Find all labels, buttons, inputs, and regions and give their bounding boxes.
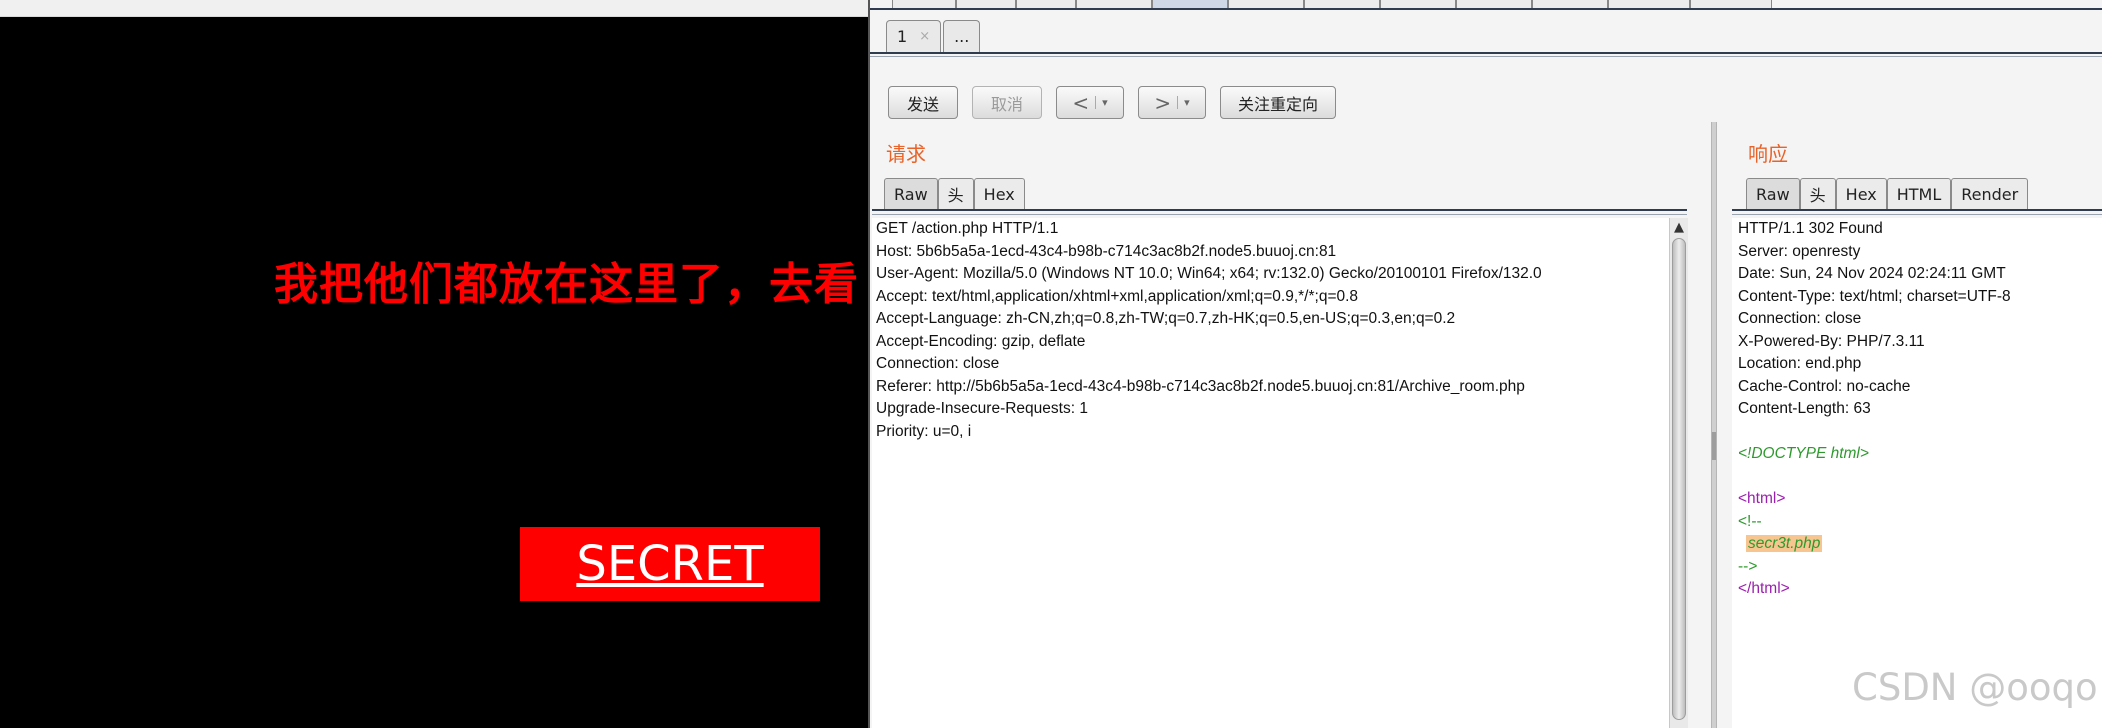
response-view-tabs: Raw 头 Hex HTML Render bbox=[1746, 178, 2029, 209]
response-tab-html[interactable]: HTML bbox=[1886, 178, 1952, 209]
repeater-subtabs: 1 × ... bbox=[886, 20, 982, 52]
response-tab-divider bbox=[1732, 209, 2102, 211]
repeater-tab-1[interactable]: 1 × bbox=[886, 20, 942, 52]
response-header-line: X-Powered-By: PHP/7.3.11 bbox=[1738, 332, 1925, 350]
request-scroll-thumb[interactable] bbox=[1672, 238, 1686, 720]
response-comment-body: secr3t.php bbox=[1732, 533, 2102, 556]
chevron-right-icon: > bbox=[1154, 90, 1172, 115]
subtab-divider-secondary bbox=[870, 56, 2102, 57]
pane-splitter[interactable] bbox=[1711, 122, 1717, 728]
response-tab-divider-secondary bbox=[1732, 214, 2102, 215]
request-view-tabs: Raw 头 Hex bbox=[884, 178, 1025, 209]
request-tab-headers[interactable]: 头 bbox=[937, 178, 974, 209]
repeater-toolbar: 发送 取消 < ▾ > ▾ 关注重定向 bbox=[888, 86, 1350, 119]
dropdown-icon[interactable]: ▾ bbox=[1095, 96, 1108, 109]
cancel-button[interactable]: 取消 bbox=[972, 86, 1042, 119]
response-header-line: Date: Sun, 24 Nov 2024 02:24:11 GMT bbox=[1738, 265, 2006, 282]
response-pane-title: 响应 bbox=[1748, 142, 1788, 166]
more-tabs-label: ... bbox=[954, 27, 970, 46]
response-header-line: Content-Length: 63 bbox=[1738, 400, 1871, 417]
watermark: CSDN @ooqo bbox=[1852, 666, 2098, 709]
burp-repeater-window: 1 × ... 发送 取消 < ▾ > ▾ 关注重定向 请求 Raw 头 Hex… bbox=[868, 0, 2102, 728]
request-tab-divider bbox=[872, 209, 1687, 211]
request-pane-title: 请求 bbox=[886, 142, 926, 166]
response-tab-raw[interactable]: Raw bbox=[1746, 178, 1800, 209]
response-doctype: <!DOCTYPE html> bbox=[1738, 445, 1869, 462]
request-line: Accept: text/html,application/xhtml+xml,… bbox=[876, 287, 1359, 305]
back-button[interactable]: < ▾ bbox=[1056, 86, 1124, 119]
chevron-left-icon: < bbox=[1072, 90, 1090, 115]
page-heading: 我把他们都放在这里了，去看 bbox=[274, 259, 859, 310]
response-header-line: Cache-Control: no-cache bbox=[1738, 377, 1911, 395]
response-tab-hex[interactable]: Hex bbox=[1835, 178, 1887, 209]
scroll-up-icon[interactable]: ▲ bbox=[1670, 220, 1688, 235]
request-line: Referer: http://5b6b5a5a-1ecd-43c4-b98b-… bbox=[876, 377, 1525, 395]
request-line: Host: 5b6b5a5a-1ecd-43c4-b98b-c714c3ac8b… bbox=[876, 242, 1337, 260]
request-line: Accept-Language: zh-CN,zh;q=0.8,zh-TW;q=… bbox=[876, 310, 1456, 327]
follow-redirect-button[interactable]: 关注重定向 bbox=[1220, 86, 1336, 119]
subtab-divider bbox=[870, 52, 2102, 54]
request-line: Connection: close bbox=[876, 355, 1000, 372]
response-header-line: Connection: close bbox=[1738, 310, 1862, 327]
browser-top-strip bbox=[0, 0, 868, 17]
response-comment-close: --> bbox=[1738, 557, 1758, 575]
response-tab-render[interactable]: Render bbox=[1951, 178, 2029, 209]
request-tab-divider-secondary bbox=[872, 214, 1687, 215]
highlighted-secret-file: secr3t.php bbox=[1746, 535, 1823, 552]
dropdown-icon[interactable]: ▾ bbox=[1177, 96, 1190, 109]
response-blank-line bbox=[1732, 466, 2102, 489]
response-header-line: Location: end.php bbox=[1738, 355, 1862, 372]
browser-page: 我把他们都放在这里了，去看 SECRET bbox=[0, 0, 868, 728]
request-line: Priority: u=0, i bbox=[876, 422, 972, 440]
response-blank-line bbox=[1732, 421, 2102, 444]
response-html-close: </html> bbox=[1738, 580, 1790, 597]
request-tab-raw[interactable]: Raw bbox=[884, 178, 938, 209]
repeater-tab-label: 1 bbox=[897, 27, 908, 46]
forward-button[interactable]: > ▾ bbox=[1138, 86, 1206, 119]
close-icon[interactable]: × bbox=[919, 29, 930, 44]
secret-link-button[interactable]: SECRET bbox=[520, 527, 820, 601]
request-scrollbar[interactable]: ▲ bbox=[1669, 218, 1688, 728]
send-button[interactable]: 发送 bbox=[888, 86, 958, 119]
response-html-open: <html> bbox=[1738, 490, 1786, 507]
request-tab-hex[interactable]: Hex bbox=[973, 178, 1025, 209]
request-line: Accept-Encoding: gzip, deflate bbox=[876, 332, 1086, 350]
splitter-grip[interactable] bbox=[1712, 432, 1716, 460]
response-comment-open: <!-- bbox=[1738, 512, 1762, 530]
response-editor[interactable]: HTTP/1.1 302 Found Server: openresty Dat… bbox=[1732, 218, 2102, 728]
response-header-line: HTTP/1.1 302 Found bbox=[1738, 220, 1883, 237]
response-tab-headers[interactable]: 头 bbox=[1799, 178, 1836, 209]
request-line: Upgrade-Insecure-Requests: 1 bbox=[876, 400, 1088, 417]
response-header-line: Content-Type: text/html; charset=UTF-8 bbox=[1738, 287, 2011, 305]
request-line: GET /action.php HTTP/1.1 bbox=[876, 220, 1059, 237]
response-header-line: Server: openresty bbox=[1738, 242, 1861, 260]
request-editor[interactable]: GET /action.php HTTP/1.1 Host: 5b6b5a5a-… bbox=[872, 218, 1669, 728]
repeater-tab-more[interactable]: ... bbox=[943, 20, 981, 52]
request-line: User-Agent: Mozilla/5.0 (Windows NT 10.0… bbox=[876, 265, 1542, 282]
top-tab-divider bbox=[870, 8, 2102, 10]
